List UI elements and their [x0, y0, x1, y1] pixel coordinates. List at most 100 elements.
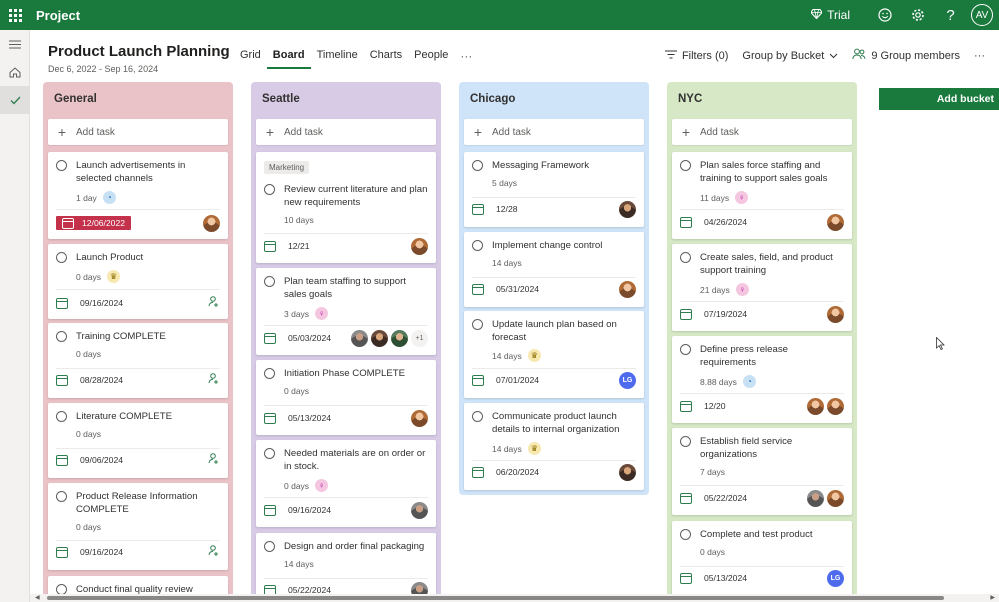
complete-task-checkbox[interactable] [56, 491, 67, 502]
task-card[interactable]: Training COMPLETE 0 days 08/28/2024 [48, 323, 228, 398]
assign-person-icon[interactable] [208, 545, 220, 559]
complete-task-checkbox[interactable] [264, 276, 275, 287]
task-card[interactable]: Implement change control 14 days 05/31/2… [464, 232, 644, 307]
horizontal-scrollbar[interactable]: ◀ ▶ [30, 594, 999, 602]
assignee-avatar[interactable] [371, 329, 388, 347]
assign-person-icon[interactable] [208, 373, 220, 387]
task-card[interactable]: Product Release Information COMPLETE 0 d… [48, 483, 228, 570]
tab-board[interactable]: Board [266, 49, 311, 69]
calendar-icon [680, 572, 692, 584]
complete-task-checkbox[interactable] [472, 160, 483, 171]
hamburger-menu-icon[interactable] [0, 30, 30, 58]
bucket-name[interactable]: General [54, 93, 97, 105]
task-card[interactable]: Communicate product launch details to in… [464, 403, 644, 490]
trial-button[interactable]: Trial [810, 8, 850, 22]
assignee-avatar[interactable] [827, 397, 844, 415]
complete-task-checkbox[interactable] [264, 541, 275, 552]
add-bucket-button[interactable]: Add bucket [879, 88, 999, 110]
group-members-button[interactable]: 9 Group members [852, 48, 960, 63]
calendar-icon [56, 297, 68, 309]
scroll-left-icon[interactable]: ◀ [35, 594, 40, 601]
complete-task-checkbox[interactable] [56, 331, 67, 342]
task-duration: 0 days [284, 480, 310, 491]
task-card[interactable]: Literature COMPLETE 0 days 09/06/2024 [48, 403, 228, 478]
task-card[interactable]: Complete and test product 0 days 05/13/2… [672, 521, 852, 596]
add-task-button[interactable]: + Add task [464, 119, 644, 145]
task-card[interactable]: Initiation Phase COMPLETE 0 days 05/13/2… [256, 360, 436, 435]
task-card[interactable]: Plan sales force staffing and training t… [672, 152, 852, 239]
assignee-avatar[interactable] [619, 200, 636, 218]
more-assignees-badge[interactable]: +1 [411, 329, 428, 347]
assignee-avatar[interactable]: LG [827, 569, 844, 587]
assign-person-icon[interactable] [208, 453, 220, 467]
complete-task-checkbox[interactable] [472, 240, 483, 251]
help-icon[interactable]: ? [934, 0, 967, 30]
complete-task-checkbox[interactable] [680, 252, 691, 263]
complete-task-checkbox[interactable] [472, 411, 483, 422]
tab-timeline[interactable]: Timeline [311, 49, 364, 67]
complete-task-checkbox[interactable] [264, 448, 275, 459]
complete-task-checkbox[interactable] [264, 184, 275, 195]
bucket-name[interactable]: NYC [678, 93, 702, 105]
label-chip[interactable]: Marketing [264, 161, 310, 174]
complete-task-checkbox[interactable] [472, 319, 483, 330]
tab-people[interactable]: People [408, 49, 454, 67]
add-task-button[interactable]: + Add task [48, 119, 228, 145]
settings-gear-icon[interactable] [901, 0, 934, 30]
task-card[interactable]: Define press release requirements 8.88 d… [672, 336, 852, 423]
complete-task-checkbox[interactable] [680, 529, 691, 540]
tab-charts[interactable]: Charts [364, 49, 408, 67]
assignee-avatar[interactable] [827, 213, 844, 231]
complete-task-checkbox[interactable] [680, 436, 691, 447]
tab-grid[interactable]: Grid [234, 49, 267, 67]
assignee-avatar[interactable] [619, 463, 636, 481]
app-title[interactable]: Project [36, 8, 80, 23]
task-card[interactable]: Launch Product 0 days ♛ 09/16/2024 [48, 244, 228, 319]
task-card[interactable]: Plan team staffing to support sales goal… [256, 268, 436, 355]
complete-task-checkbox[interactable] [680, 344, 691, 355]
my-tasks-check-icon[interactable] [0, 86, 30, 114]
task-card[interactable]: Update launch plan based on forecast 14 … [464, 311, 644, 398]
more-options-icon[interactable]: ··· [974, 50, 985, 62]
task-card[interactable]: Create sales, field, and product support… [672, 244, 852, 331]
assignee-avatar[interactable] [391, 329, 408, 347]
assignee-avatar[interactable] [411, 237, 428, 255]
calendar-icon [680, 400, 692, 412]
bucket-name[interactable]: Seattle [262, 93, 300, 105]
assignee-avatar[interactable] [827, 489, 844, 507]
complete-task-checkbox[interactable] [56, 160, 67, 171]
assignee-avatar[interactable] [351, 329, 368, 347]
task-card[interactable]: Marketing Review current literature and … [256, 152, 436, 263]
more-views-icon[interactable]: ··· [460, 49, 472, 67]
task-card[interactable]: Launch advertisements in selected channe… [48, 152, 228, 239]
add-task-button[interactable]: + Add task [672, 119, 852, 145]
assign-person-icon[interactable] [208, 296, 220, 310]
assignee-avatar[interactable] [807, 397, 824, 415]
feedback-smile-icon[interactable] [868, 0, 901, 30]
complete-task-checkbox[interactable] [56, 411, 67, 422]
app-launcher-icon[interactable] [0, 0, 30, 30]
assignee-avatar[interactable] [203, 214, 220, 232]
group-by-button[interactable]: Group by Bucket [742, 50, 838, 62]
home-icon[interactable] [0, 58, 30, 86]
assignee-avatar[interactable] [619, 280, 636, 298]
task-card[interactable]: Needed materials are on order or in stoc… [256, 440, 436, 527]
task-card[interactable]: Establish field service organizations 7 … [672, 428, 852, 515]
assignee-avatar[interactable] [827, 305, 844, 323]
assignee-avatar[interactable]: LG [619, 371, 636, 389]
due-date: 05/31/2024 [496, 284, 540, 294]
task-card[interactable]: Messaging Framework 5 days 12/28 [464, 152, 644, 227]
filters-button[interactable]: Filters (0) [664, 50, 728, 62]
assignee-avatar[interactable] [411, 409, 428, 427]
assignee-avatar[interactable] [411, 501, 428, 519]
user-avatar[interactable]: AV [971, 4, 993, 26]
assignee-avatar[interactable] [807, 489, 824, 507]
add-task-button[interactable]: + Add task [256, 119, 436, 145]
complete-task-checkbox[interactable] [56, 252, 67, 263]
scroll-right-icon[interactable]: ▶ [990, 594, 995, 601]
complete-task-checkbox[interactable] [264, 368, 275, 379]
task-card[interactable]: Design and order final packaging 14 days… [256, 533, 436, 602]
bucket-name[interactable]: Chicago [470, 93, 515, 105]
complete-task-checkbox[interactable] [680, 160, 691, 171]
scrollbar-thumb[interactable] [47, 596, 944, 600]
